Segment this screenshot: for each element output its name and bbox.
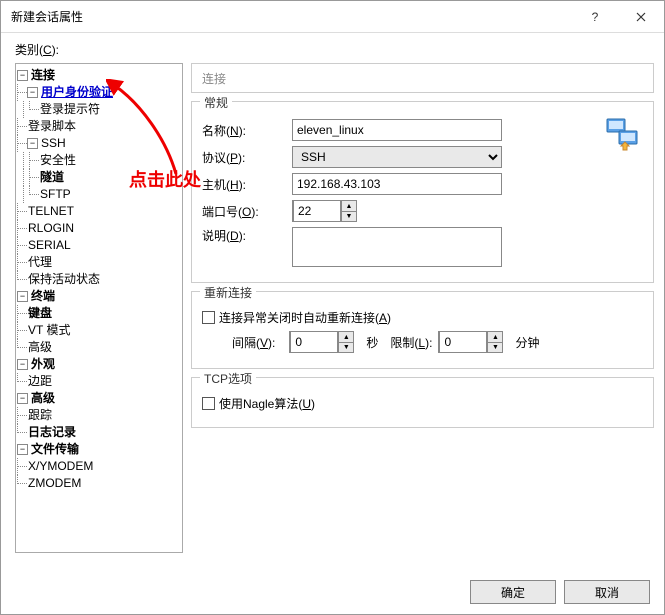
spin-up[interactable]: ▲ <box>341 201 356 211</box>
name-label: 名称(N): <box>202 122 292 139</box>
tree-toggle[interactable] <box>27 87 38 98</box>
tree-appearance[interactable]: 外观 <box>30 356 56 373</box>
name-input[interactable] <box>292 119 502 141</box>
cancel-button[interactable]: 取消 <box>564 580 650 604</box>
titlebar: 新建会话属性 ? <box>1 1 664 33</box>
tree-file-transfer[interactable]: 文件传输 <box>30 441 80 458</box>
tree-login-prompt[interactable]: 登录提示符 <box>39 101 101 118</box>
tree-security[interactable]: 安全性 <box>39 152 77 169</box>
protocol-select[interactable]: SSH <box>292 146 502 168</box>
tree-toggle[interactable] <box>17 444 28 455</box>
tree-telnet[interactable]: TELNET <box>27 203 75 220</box>
interval-label: 间隔(V): <box>232 334 275 351</box>
help-button[interactable]: ? <box>572 1 618 33</box>
host-label: 主机(H): <box>202 176 292 193</box>
tree-rlogin[interactable]: RLOGIN <box>27 220 75 237</box>
tree-margin[interactable]: 边距 <box>27 373 53 390</box>
port-label: 端口号(O): <box>202 203 292 220</box>
tree-tunnel[interactable]: 隧道 <box>39 169 65 186</box>
tree-advanced-term[interactable]: 高级 <box>27 339 53 356</box>
ssh-computers-icon <box>605 116 641 152</box>
tree-keepalive[interactable]: 保持活动状态 <box>27 271 101 288</box>
reconnect-legend: 重新连接 <box>200 284 256 301</box>
panel-header: 连接 <box>191 63 654 93</box>
tree-vtmode[interactable]: VT 模式 <box>27 322 71 339</box>
limit-input[interactable] <box>439 331 487 353</box>
tree-terminal[interactable]: 终端 <box>30 288 56 305</box>
tree-sftp[interactable]: SFTP <box>39 186 72 203</box>
close-icon <box>636 12 646 22</box>
spin-down[interactable]: ▼ <box>338 342 353 352</box>
port-spinner[interactable]: ▲▼ <box>292 200 357 222</box>
spin-down[interactable]: ▼ <box>341 211 356 221</box>
general-group: 常规 名称(N): 协议(P): SSH 主机(H): <box>191 101 654 283</box>
tree-trace[interactable]: 跟踪 <box>27 407 53 424</box>
category-tree[interactable]: 连接 用户身份验证 登录提示符 登录脚本 SSH 安全性 <box>15 63 183 553</box>
desc-label: 说明(D): <box>202 227 292 244</box>
general-legend: 常规 <box>200 94 232 111</box>
tree-login-script[interactable]: 登录脚本 <box>27 118 77 135</box>
spin-up[interactable]: ▲ <box>338 332 353 342</box>
checkbox-icon <box>202 311 215 324</box>
dialog-window: 新建会话属性 ? 类别(C): 连接 用户身份验证 登录提示符 <box>0 0 665 615</box>
interval-spinner[interactable]: ▲▼ <box>289 331 354 353</box>
limit-label: 限制(L): <box>390 334 432 351</box>
auto-reconnect-checkbox[interactable]: 连接异常关闭时自动重新连接(A) <box>202 309 391 326</box>
tree-serial[interactable]: SERIAL <box>27 237 72 254</box>
dialog-buttons: 确定 取消 <box>470 580 650 604</box>
settings-panel: 连接 常规 名称(N): 协议(P): SSH <box>191 63 654 553</box>
nagle-checkbox[interactable]: 使用Nagle算法(U) <box>202 395 315 412</box>
minutes-label: 分钟 <box>515 334 539 351</box>
tree-keyboard[interactable]: 键盘 <box>27 305 53 322</box>
tree-toggle[interactable] <box>27 138 38 149</box>
spin-down[interactable]: ▼ <box>487 342 502 352</box>
tree-connection[interactable]: 连接 <box>30 67 56 84</box>
tree-ssh[interactable]: SSH <box>40 135 67 152</box>
tree-toggle[interactable] <box>17 393 28 404</box>
tcp-group: TCP选项 使用Nagle算法(U) <box>191 377 654 428</box>
reconnect-group: 重新连接 连接异常关闭时自动重新连接(A) 间隔(V): ▲▼ 秒 限制(L <box>191 291 654 369</box>
tree-advanced[interactable]: 高级 <box>30 390 56 407</box>
tree-zmodem[interactable]: ZMODEM <box>27 475 82 492</box>
seconds-label: 秒 <box>366 334 378 351</box>
tree-toggle[interactable] <box>17 291 28 302</box>
tree-toggle[interactable] <box>17 359 28 370</box>
ok-button[interactable]: 确定 <box>470 580 556 604</box>
tree-logging[interactable]: 日志记录 <box>27 424 77 441</box>
tree-toggle[interactable] <box>17 70 28 81</box>
window-title: 新建会话属性 <box>11 8 83 25</box>
spin-up[interactable]: ▲ <box>487 332 502 342</box>
category-label: 类别(C): <box>15 41 59 58</box>
close-button[interactable] <box>618 1 664 33</box>
desc-textarea[interactable] <box>292 227 502 267</box>
tcp-legend: TCP选项 <box>200 370 256 387</box>
limit-spinner[interactable]: ▲▼ <box>438 331 503 353</box>
tree-proxy[interactable]: 代理 <box>27 254 53 271</box>
tree-xymodem[interactable]: X/YMODEM <box>27 458 94 475</box>
checkbox-icon <box>202 397 215 410</box>
host-input[interactable] <box>292 173 502 195</box>
tree-user-auth[interactable]: 用户身份验证 <box>40 84 114 101</box>
interval-input[interactable] <box>290 331 338 353</box>
protocol-label: 协议(P): <box>202 149 292 166</box>
port-input[interactable] <box>293 200 341 222</box>
